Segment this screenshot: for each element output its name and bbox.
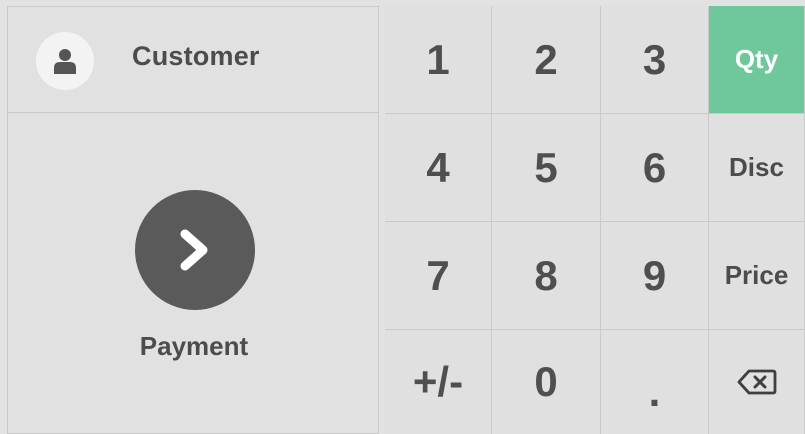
mode-price-button[interactable]: Price	[709, 222, 805, 330]
key-9[interactable]: 9	[601, 222, 709, 330]
key-5[interactable]: 5	[492, 114, 601, 222]
mode-qty-button[interactable]: Qty	[709, 6, 805, 114]
payment-button[interactable]: Payment	[7, 113, 379, 434]
key-0[interactable]: 0	[492, 330, 601, 434]
user-icon	[54, 49, 76, 74]
key-7[interactable]: 7	[385, 222, 492, 330]
key-decimal-label: .	[648, 368, 661, 415]
payment-circle	[135, 190, 255, 310]
mode-disc-button[interactable]: Disc	[709, 114, 805, 222]
numpad: 1 2 3 Qty 4 5 6 Disc 7 8 9 Price +/- 0 .	[385, 6, 805, 434]
key-8[interactable]: 8	[492, 222, 601, 330]
key-3[interactable]: 3	[601, 6, 709, 114]
avatar	[36, 32, 94, 90]
key-plus-minus[interactable]: +/-	[385, 330, 492, 434]
key-1[interactable]: 1	[385, 6, 492, 114]
customer-label: Customer	[132, 41, 260, 71]
payment-label: Payment	[139, 331, 249, 361]
key-4[interactable]: 4	[385, 114, 492, 222]
pos-control-panel: Customer Payment 1 2 3 Qty 4 5 6 Disc 7 …	[0, 0, 805, 434]
key-2[interactable]: 2	[492, 6, 601, 114]
key-decimal[interactable]: .	[601, 330, 709, 434]
key-6[interactable]: 6	[601, 114, 709, 222]
backspace-icon	[737, 369, 776, 395]
chevron-right-icon	[180, 229, 208, 271]
backspace-button[interactable]	[709, 330, 805, 434]
customer-button[interactable]: Customer	[7, 6, 379, 113]
